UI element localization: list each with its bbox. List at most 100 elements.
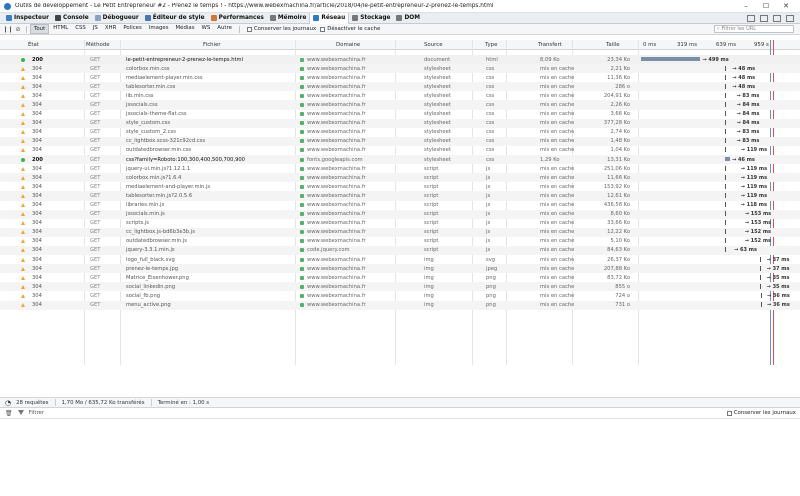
filter-ws[interactable]: WS bbox=[199, 24, 214, 34]
column-type[interactable]: Type bbox=[485, 42, 497, 48]
close-icon[interactable]: ✕ bbox=[776, 2, 796, 10]
request-row[interactable]: 304 GET outdatedbrowser.min.css www.webexma… bbox=[0, 146, 800, 155]
column-transfer[interactable]: Transfert bbox=[538, 42, 562, 48]
column-cause[interactable]: Source bbox=[424, 42, 443, 48]
maximize-icon[interactable]: ☐ bbox=[756, 2, 776, 10]
request-row[interactable]: 304 GET jssocials.css www.webexmachina.fr st… bbox=[0, 100, 800, 110]
filter-m-dias[interactable]: Médias bbox=[173, 24, 198, 34]
split-console-icon[interactable] bbox=[760, 14, 768, 22]
trash-icon[interactable]: 🗑 bbox=[5, 410, 13, 417]
tab-d-bogueur[interactable]: Débogueur bbox=[92, 13, 142, 24]
column-domain[interactable]: Domaine bbox=[336, 42, 360, 48]
request-row[interactable]: 200 GET le-petit-entrepreneur-2-prenez-le-… bbox=[0, 55, 800, 65]
filter-tout[interactable]: Tout bbox=[30, 24, 50, 34]
request-size: 153,92 Ko bbox=[603, 183, 630, 190]
request-row[interactable]: 304 GET lib.min.css www.webexmachina.fr styl… bbox=[0, 91, 800, 100]
waterfall-time: → 36 ms bbox=[767, 302, 790, 309]
request-row[interactable]: 304 GET jquery-3.3.1.min.js code.jquery.com… bbox=[0, 245, 800, 256]
filter-html[interactable]: HTML bbox=[50, 24, 71, 34]
tab--diteur-de-style[interactable]: Éditeur de style bbox=[142, 13, 208, 24]
console-persist-checkbox[interactable]: Conserver les journaux bbox=[726, 410, 796, 416]
request-row[interactable]: 304 GET jssocials.min.js www.webexmachina.f… bbox=[0, 209, 800, 219]
column-file[interactable]: Fichier bbox=[203, 42, 221, 48]
waterfall-time: → 84 ms bbox=[736, 111, 760, 118]
request-row[interactable]: 304 GET style_custom_2.css www.webexmachina… bbox=[0, 128, 800, 137]
request-method: GET bbox=[90, 302, 101, 309]
request-row[interactable]: 304 GET social_linkedin.png www.webexmachin… bbox=[0, 282, 800, 292]
column-status[interactable]: État bbox=[28, 42, 39, 48]
disable-cache-checkbox[interactable]: Désactiver le cache bbox=[320, 26, 380, 32]
request-domain: www.webexmachina.fr bbox=[307, 147, 366, 154]
minimize-icon[interactable]: – bbox=[736, 2, 756, 10]
tab-m-moire[interactable]: Mémoire bbox=[267, 13, 310, 24]
column-size[interactable]: Taille bbox=[606, 42, 620, 48]
request-transfer: 1,29 Ko bbox=[540, 156, 560, 163]
status-code: 200 bbox=[32, 156, 43, 163]
waterfall-bar bbox=[724, 101, 726, 107]
tab-performances[interactable]: Performances bbox=[208, 13, 267, 24]
request-cause: script bbox=[424, 220, 439, 227]
request-row[interactable]: 304 GET cc_lightbox.scss-321c92cd.css www.w… bbox=[0, 136, 800, 146]
request-type: css bbox=[486, 92, 495, 99]
tab-dom[interactable]: DOM bbox=[393, 13, 423, 24]
pause-icon[interactable]: ❙❙ bbox=[3, 26, 13, 33]
request-row[interactable]: 304 GET jssocials-theme-flat.css www.webexm… bbox=[0, 110, 800, 119]
request-row[interactable]: 304 GET tablesorter.min.js?2.0.5.6 www.webe… bbox=[0, 191, 800, 201]
tab-inspecteur[interactable]: Inspecteur bbox=[3, 13, 52, 24]
request-row[interactable]: 304 GET logo_full_black.svg www.webexmachin… bbox=[0, 255, 800, 264]
dock-icon[interactable] bbox=[747, 14, 755, 22]
settings-icon[interactable] bbox=[773, 14, 781, 22]
request-row[interactable]: 200 GET css?family=Roboto:100,300,400,500,… bbox=[0, 155, 800, 165]
filter-css[interactable]: CSS bbox=[72, 24, 89, 34]
cached-status-icon bbox=[21, 75, 25, 80]
waterfall-bar bbox=[724, 129, 726, 135]
performance-icon[interactable]: ◔ bbox=[5, 399, 11, 407]
request-row[interactable]: 304 GET colorbox.min.css www.webexmachina.f… bbox=[0, 64, 800, 74]
request-row[interactable]: 304 GET prenez-le-temps.jpg www.webexmachin… bbox=[0, 264, 800, 274]
secure-lock-icon bbox=[300, 66, 304, 71]
clear-icon[interactable]: ⊘ bbox=[13, 26, 23, 33]
request-method: GET bbox=[90, 165, 101, 172]
request-row[interactable]: 304 GET mediaelement-player.min.css www.web… bbox=[0, 73, 800, 82]
request-row[interactable]: 304 GET outdatedbrowser.min.js www.webexmac… bbox=[0, 237, 800, 246]
request-row[interactable]: 304 GET scripts.js www.webexmachina.fr scrip… bbox=[0, 219, 800, 228]
waterfall-bar bbox=[724, 65, 726, 71]
column-method[interactable]: Méthode bbox=[86, 42, 110, 48]
filter-xhr[interactable]: XHR bbox=[102, 24, 120, 34]
url-filter-input[interactable]: ▿ Filtrer les URL bbox=[714, 25, 794, 33]
tab-icon bbox=[54, 15, 61, 21]
overflow-menu-icon[interactable] bbox=[786, 14, 794, 22]
filter-images[interactable]: Images bbox=[146, 24, 172, 34]
request-method: GET bbox=[90, 147, 101, 154]
request-row[interactable]: 304 GET style_custom.css www.webexmachina.f… bbox=[0, 118, 800, 128]
filter-autre[interactable]: Autre bbox=[214, 24, 235, 34]
request-row[interactable]: 304 GET libraries.min.js www.webexmachina.f… bbox=[0, 201, 800, 210]
request-row[interactable]: 304 GET jquery-ui.min.js?1.12.1.1 www.webex… bbox=[0, 164, 800, 173]
status-code: 304 bbox=[32, 83, 42, 90]
request-row[interactable]: 304 GET menu_active.png www.webexmachina.fr… bbox=[0, 300, 800, 310]
tab-console[interactable]: Console bbox=[52, 13, 92, 24]
request-file: libraries.min.js bbox=[126, 202, 165, 208]
request-method: GET bbox=[90, 156, 101, 163]
status-code: 304 bbox=[32, 238, 42, 245]
request-type: js bbox=[486, 211, 491, 218]
request-row[interactable]: 304 GET social_fb.png www.webexmachina.fr im… bbox=[0, 291, 800, 300]
request-file: jssocials.min.js bbox=[126, 211, 165, 218]
tab-stockage[interactable]: Stockage bbox=[349, 13, 393, 24]
persist-logs-checkbox[interactable]: Conserver les journaux bbox=[246, 26, 316, 32]
request-cause: img bbox=[424, 302, 434, 309]
filter-js[interactable]: JS bbox=[90, 24, 101, 34]
request-row[interactable]: 304 GET cc_lightbox.js-bd6b3e3b.js www.webe… bbox=[0, 227, 800, 237]
request-domain: www.webexmachina.fr bbox=[307, 56, 366, 63]
request-row[interactable]: 304 GET colorbox.min.js?1.6.4 www.webexmach… bbox=[0, 173, 800, 183]
request-row[interactable]: 304 GET Matrice_Eisenhower.png www.webexmac… bbox=[0, 273, 800, 282]
tab-r-seau[interactable]: Réseau bbox=[309, 12, 350, 24]
request-row[interactable]: 304 GET tablesorter.min.css www.webexmachin… bbox=[0, 82, 800, 92]
console-filter-input[interactable]: Filtrer bbox=[29, 410, 44, 416]
filter-polices[interactable]: Polices bbox=[120, 24, 144, 34]
waterfall-time: → 152 ms bbox=[744, 238, 772, 245]
request-method: GET bbox=[90, 283, 101, 290]
request-domain: www.webexmachina.fr bbox=[307, 211, 366, 218]
request-row[interactable]: 304 GET mediaelement-and-player.min.js www.… bbox=[0, 182, 800, 191]
network-filterbar: ❙❙ ⊘ Tout HTML CSS JS XHR Polices Images Médias… bbox=[0, 24, 800, 35]
